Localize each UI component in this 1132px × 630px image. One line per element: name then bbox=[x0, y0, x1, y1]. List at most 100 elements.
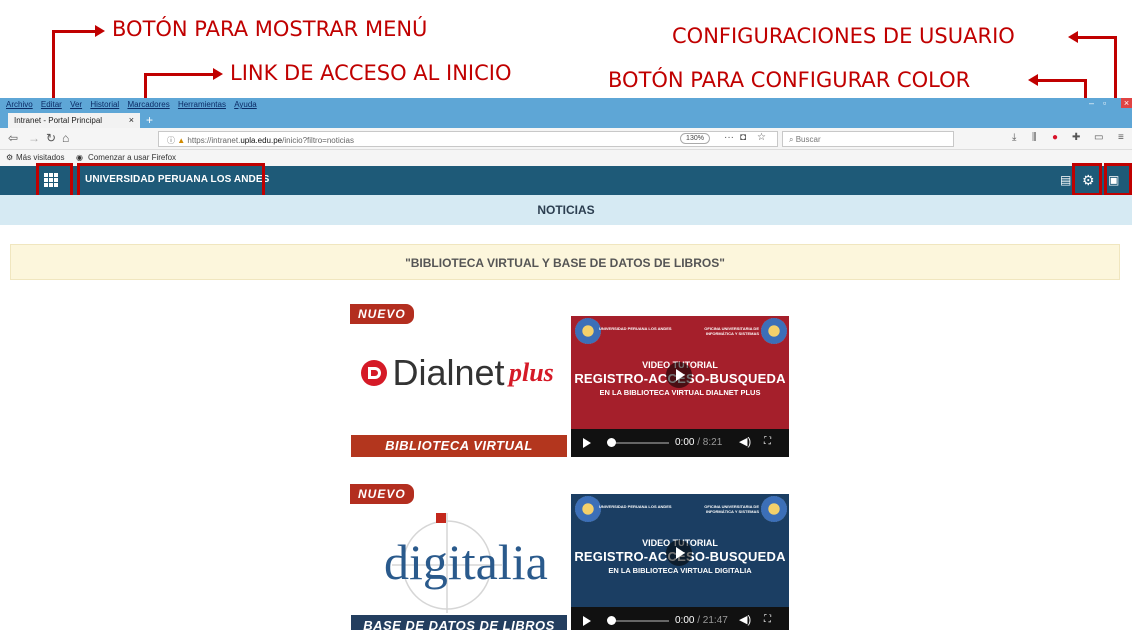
annotation-line bbox=[52, 30, 96, 33]
annotation-caption: BOTÓN PARA CONFIGURAR COLOR bbox=[608, 68, 971, 92]
bookmark-comenzar[interactable]: Comenzar a usar Firefox bbox=[88, 153, 176, 162]
time-current: 0:00 bbox=[675, 615, 695, 626]
annotation-arrow bbox=[95, 25, 105, 37]
university-seal-icon bbox=[575, 318, 601, 344]
chat-icon[interactable]: ▤ bbox=[1060, 172, 1071, 188]
annotation-line bbox=[1077, 36, 1117, 39]
digitalia-logo[interactable]: digitalia bbox=[352, 505, 564, 615]
volume-icon[interactable]: ◀) bbox=[739, 613, 751, 626]
extension-icon[interactable]: ✚ bbox=[1072, 131, 1080, 145]
library-label: BIBLIOTECA VIRTUAL bbox=[351, 435, 567, 457]
video-line3: EN LA BIBLIOTECA VIRTUAL DIALNET PLUS bbox=[599, 388, 761, 397]
zoom-indicator[interactable]: 130% bbox=[680, 133, 710, 144]
url-path: /inicio?filtro=noticias bbox=[282, 136, 354, 145]
browser-navbar: ⇦ → ↻ ⌂ ⓘ ▲ https://intranet.upla.edu.pe… bbox=[0, 128, 1132, 150]
fullscreen-icon[interactable]: ⛶ bbox=[764, 436, 771, 447]
play-overlay-icon[interactable] bbox=[666, 362, 692, 388]
highlight-user-settings bbox=[1104, 163, 1132, 196]
menu-ver[interactable]: Ver bbox=[70, 98, 82, 112]
dialnet-word: Dialnet bbox=[392, 352, 505, 393]
office-seal-icon bbox=[761, 496, 787, 522]
video-time: 0:00 / 21:47 bbox=[675, 615, 728, 626]
url-prefix: https://intranet. bbox=[187, 136, 241, 145]
lock-icon: ▲ bbox=[177, 136, 186, 145]
annotation-line bbox=[144, 73, 214, 76]
minimize-icon[interactable]: – bbox=[1089, 98, 1094, 108]
time-total: / 8:21 bbox=[694, 437, 723, 448]
browser-tab[interactable]: Intranet - Portal Principal × bbox=[8, 113, 140, 128]
home-icon[interactable]: ⌂ bbox=[62, 131, 69, 145]
bookmark-mas-visitados[interactable]: Más visitados bbox=[16, 153, 64, 162]
video-org-left: UNIVERSIDAD PERUANA LOS ANDES bbox=[599, 504, 672, 509]
progress-knob[interactable] bbox=[607, 616, 616, 625]
dialnet-mark-icon bbox=[361, 360, 387, 386]
highlight-home-link bbox=[77, 163, 265, 198]
highlight-color-button bbox=[1072, 163, 1102, 196]
progress-track[interactable] bbox=[611, 620, 669, 622]
annotation-caption: BOTÓN PARA MOSTRAR MENÚ bbox=[112, 17, 428, 41]
progress-knob[interactable] bbox=[607, 438, 616, 447]
menu-herramientas[interactable]: Herramientas bbox=[178, 98, 226, 112]
new-tab-button[interactable]: + bbox=[146, 113, 153, 127]
play-icon[interactable] bbox=[583, 616, 591, 626]
download-icon[interactable]: ⤓ bbox=[1012, 131, 1016, 145]
video-player[interactable]: UNIVERSIDAD PERUANA LOS ANDES OFICINA UN… bbox=[571, 494, 789, 630]
dialnet-logo[interactable]: Dialnet plus bbox=[360, 352, 554, 394]
volume-icon[interactable]: ◀) bbox=[739, 435, 751, 448]
university-seal-icon bbox=[575, 496, 601, 522]
news-banner: "BIBLIOTECA VIRTUAL Y BASE DE DATOS DE L… bbox=[10, 244, 1120, 280]
gear-icon: ⚙ bbox=[6, 153, 14, 162]
annotation-line bbox=[1037, 79, 1087, 82]
play-icon[interactable] bbox=[583, 438, 591, 448]
tab-title: Intranet - Portal Principal bbox=[14, 116, 103, 125]
new-badge: NUEVO bbox=[350, 304, 414, 324]
play-overlay-icon[interactable] bbox=[666, 540, 692, 566]
browser-tabbar: Intranet - Portal Principal × + bbox=[0, 112, 1132, 128]
menu-historial[interactable]: Historial bbox=[90, 98, 119, 112]
maximize-icon[interactable]: ▫ bbox=[1103, 98, 1106, 108]
video-player[interactable]: UNIVERSIDAD PERUANA LOS ANDES OFICINA UN… bbox=[571, 316, 789, 459]
back-icon[interactable]: ⇦ bbox=[8, 131, 18, 145]
menu-archivo[interactable]: Archivo bbox=[6, 98, 33, 112]
time-current: 0:00 bbox=[675, 437, 695, 448]
reload-icon[interactable]: ↻ bbox=[46, 131, 56, 145]
fullscreen-icon[interactable]: ⛶ bbox=[764, 614, 771, 625]
menu-marcadores[interactable]: Marcadores bbox=[127, 98, 169, 112]
video-controls: 0:00 / 21:47 ◀) ⛶ bbox=[571, 607, 789, 630]
digitalia-word: digitalia bbox=[384, 534, 548, 590]
adblock-icon[interactable]: ● bbox=[1052, 131, 1058, 145]
annotation-caption: CONFIGURACIONES DE USUARIO bbox=[672, 24, 1015, 48]
sidebar-icon[interactable]: ▭ bbox=[1094, 131, 1103, 145]
dialnet-plus: plus bbox=[508, 358, 554, 387]
bookmark-star-icon[interactable]: ☆ bbox=[757, 132, 766, 143]
url-domain: upla.edu.pe bbox=[240, 136, 283, 145]
video-org-left: UNIVERSIDAD PERUANA LOS ANDES bbox=[599, 326, 672, 331]
search-icon: ⌕ bbox=[789, 135, 794, 144]
annotation-caption: LINK DE ACCESO AL INICIO bbox=[230, 61, 512, 85]
video-org-right: OFICINA UNIVERSITARIA DE INFORMÁTICA Y S… bbox=[704, 326, 759, 336]
pocket-icon[interactable]: ◘ bbox=[740, 132, 746, 143]
close-window-icon[interactable]: × bbox=[1121, 98, 1132, 108]
office-seal-icon bbox=[761, 318, 787, 344]
annotation-arrow bbox=[213, 68, 223, 80]
menu-ayuda[interactable]: Ayuda bbox=[234, 98, 257, 112]
page-actions-icon[interactable]: ··· bbox=[724, 132, 734, 143]
video-line3: EN LA BIBLIOTECA VIRTUAL DIGITALIA bbox=[608, 566, 752, 575]
highlight-menu-button bbox=[36, 163, 73, 198]
search-placeholder: Buscar bbox=[795, 135, 821, 144]
firefox-icon: ◉ bbox=[76, 153, 83, 162]
forward-icon[interactable]: → bbox=[28, 131, 40, 145]
progress-track[interactable] bbox=[611, 442, 669, 444]
hamburger-menu-icon[interactable]: ≡ bbox=[1118, 131, 1124, 145]
search-input[interactable]: ⌕ Buscar bbox=[782, 131, 954, 147]
library-label: BASE DE DATOS DE LIBROS bbox=[351, 615, 567, 630]
time-total: / 21:47 bbox=[694, 615, 728, 626]
video-controls: 0:00 / 8:21 ◀) ⛶ bbox=[571, 429, 789, 457]
video-org-right: OFICINA UNIVERSITARIA DE INFORMÁTICA Y S… bbox=[704, 504, 759, 514]
browser-menubar: Archivo Editar Ver Historial Marcadores … bbox=[0, 98, 1132, 112]
library-icon[interactable]: ⫼ bbox=[1032, 131, 1037, 145]
tab-close-icon[interactable]: × bbox=[129, 115, 134, 125]
new-badge: NUEVO bbox=[350, 484, 414, 504]
menu-editar[interactable]: Editar bbox=[41, 98, 62, 112]
video-time: 0:00 / 8:21 bbox=[675, 437, 722, 448]
